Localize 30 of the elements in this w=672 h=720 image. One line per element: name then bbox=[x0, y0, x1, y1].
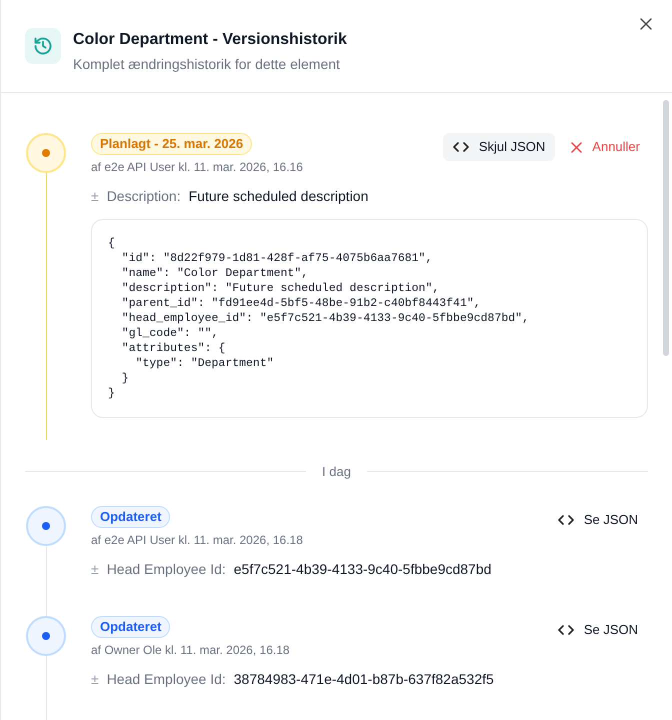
close-icon bbox=[571, 142, 582, 152]
field-value: e5f7c521-4b39-4133-9c40-5fbbe9cd87bd bbox=[234, 560, 492, 578]
json-toggle-button[interactable]: Skjul JSON bbox=[442, 133, 556, 161]
close-icon[interactable] bbox=[638, 16, 654, 32]
code-icon bbox=[558, 514, 574, 526]
json-code-block: { "id": "8d22f979-1d81-428f-af75-4075b6aa7681", "name": "Color Department", "description": "Future scheduled description", "parent_id": "fd91ee4d-5bf5-48be-91b2-c40bf8443f41", "head_employee_id": "e5f7c521-4b39-4133-9c40-5fbbe9cd87bd", "gl_code": "", "attributes": { "type": "Department" } } bbox=[91, 219, 648, 418]
dialog-subtitle: Komplet ændringshistorik for dette element bbox=[73, 55, 341, 74]
code-icon bbox=[558, 624, 574, 636]
change-symbol: ± bbox=[91, 560, 99, 578]
field-value: Future scheduled description bbox=[188, 187, 368, 206]
scrollbar-thumb[interactable] bbox=[663, 100, 669, 356]
field-label: Head Employee Id: bbox=[106, 670, 226, 689]
change-symbol: ± bbox=[91, 187, 99, 206]
date-divider-label: I dag bbox=[322, 463, 351, 481]
change-symbol: ± bbox=[91, 670, 99, 688]
author-timestamp: af e2e API User kl. 11. mar. 2026, 16.16 bbox=[91, 159, 303, 176]
field-label: Description: bbox=[106, 187, 181, 206]
json-toggle-button[interactable]: Se JSON bbox=[548, 616, 648, 644]
author-timestamp: af Owner Ole kl. 11. mar. 2026, 16.18 bbox=[91, 642, 290, 658]
status-badge: Opdateret bbox=[91, 506, 170, 528]
status-badge: Planlagt - 25. mar. 2026 bbox=[91, 133, 252, 155]
dialog-title: Color Department - Versionshistorik bbox=[73, 30, 347, 50]
field-value: 38784983-471e-4d01-b87b-637f82a532f5 bbox=[234, 670, 494, 688]
field-label: Head Employee Id: bbox=[106, 560, 226, 579]
cancel-button[interactable]: Annuller bbox=[563, 133, 648, 161]
history-icon bbox=[25, 28, 61, 64]
author-timestamp: af e2e API User kl. 11. mar. 2026, 16.18 bbox=[91, 532, 303, 548]
json-toggle-button[interactable]: Se JSON bbox=[548, 506, 648, 534]
code-icon bbox=[452, 141, 469, 153]
status-badge: Opdateret bbox=[91, 616, 170, 638]
